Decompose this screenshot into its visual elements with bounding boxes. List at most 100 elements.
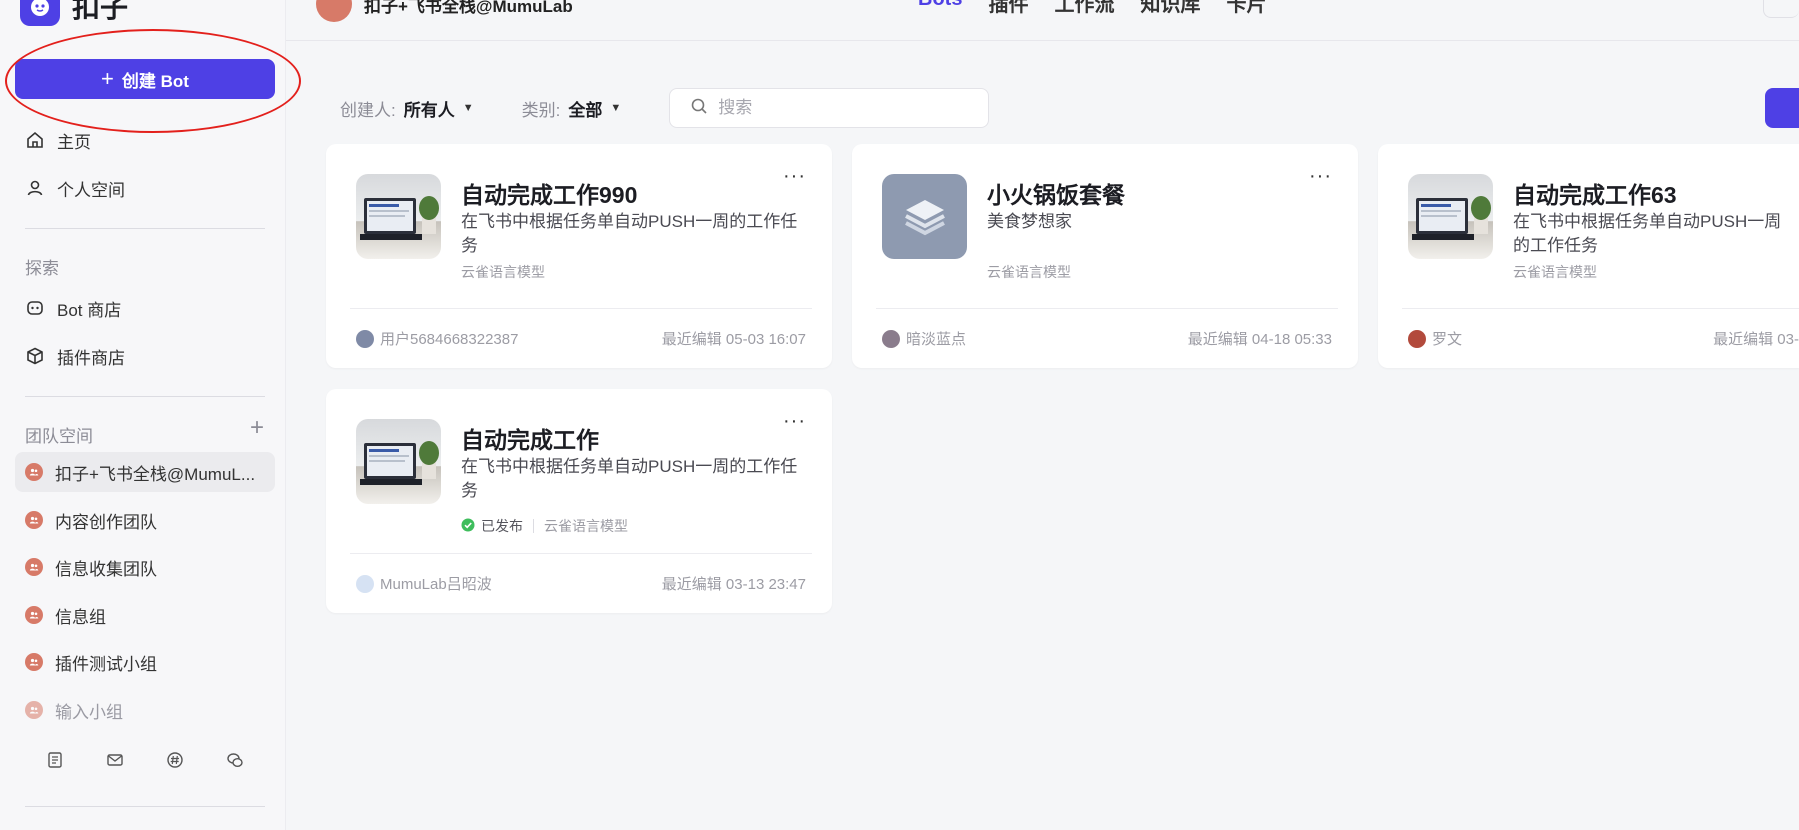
nav-bot-store[interactable]: Bot 商店 (15, 288, 275, 328)
top-bar: 扣子+飞书全栈@MumuLab Bots 插件 工作流 知识库 卡片 (286, 0, 1799, 41)
bot-owner: 用户5684668322387 (356, 328, 518, 349)
model-label: 云雀语言模型 (461, 264, 545, 280)
user-icon (25, 178, 45, 198)
creator-filter-label: 创建人: (340, 100, 396, 120)
nav-plugin-store[interactable]: 插件商店 (15, 336, 275, 376)
model-label: 云雀语言模型 (987, 264, 1071, 280)
hashtag-chat-icon[interactable] (163, 748, 187, 772)
explore-label: 探索 (25, 259, 59, 278)
team-item-6[interactable]: 输入小组 (15, 690, 275, 730)
category-filter[interactable]: 类别: 全部 ▼ (522, 96, 622, 121)
bot-description: 美食梦想家 (987, 212, 1072, 231)
content-tabs: Bots 插件 工作流 知识库 卡片 (918, 0, 1266, 17)
team-label: 插件测试小组 (55, 654, 157, 674)
more-icon[interactable]: ··· (783, 411, 806, 431)
team-item-3[interactable]: 信息收集团队 (15, 547, 275, 587)
owner-avatar (356, 574, 374, 593)
team-label: 内容创作团队 (55, 512, 157, 532)
team-icon (25, 701, 43, 719)
status-label: 已发布 (481, 518, 523, 534)
search-box[interactable] (669, 88, 990, 128)
card-divider (350, 308, 812, 309)
bot-icon (25, 298, 45, 318)
bot-card[interactable]: 自动完成工作990 在飞书中根据任务单自动PUSH一周的工作任务 云雀语言模型 … (326, 144, 832, 368)
team-label: 信息组 (55, 607, 106, 627)
team-item-1[interactable]: 扣子+飞书全栈@MumuL... (15, 452, 275, 492)
bot-title: 自动完成工作63 (1513, 182, 1677, 208)
card-divider (350, 553, 812, 554)
team-space-label: 团队空间 (25, 427, 93, 446)
category-filter-value: 全部 (568, 100, 603, 120)
owner-name: 罗文 (1432, 331, 1463, 348)
brand[interactable]: 扣子 (20, 0, 128, 26)
category-filter-label: 类别: (521, 100, 561, 120)
model-label: 云雀语言模型 (1513, 264, 1597, 280)
workspace-name: 扣子+飞书全栈@MumuLab (364, 0, 573, 16)
bot-description: 在飞书中根据任务单自动PUSH一周的工作任务 (461, 212, 798, 255)
layers-icon (882, 174, 967, 259)
bot-card[interactable]: 小火锅饭套餐 美食梦想家 云雀语言模型 ··· 暗淡蓝点 最近编辑 04-18 … (852, 144, 1358, 368)
card-divider (876, 308, 1338, 309)
document-icon[interactable] (43, 748, 67, 772)
bot-owner: 罗文 (1408, 328, 1462, 349)
filter-bar: 创建人: 所有人 ▼ 类别: 全部 ▼ (340, 88, 990, 128)
nav-plugin-store-label: 插件商店 (57, 348, 125, 368)
owner-name: 用户5684668322387 (380, 331, 519, 348)
team-item-4[interactable]: 信息组 (15, 595, 275, 635)
bot-model: 云雀语言模型 (1513, 262, 1597, 282)
bot-owner: 暗淡蓝点 (882, 328, 966, 349)
team-icon (25, 653, 43, 671)
wechat-icon[interactable] (223, 748, 247, 772)
bot-card[interactable]: 自动完成工作63 在飞书中根据任务单自动PUSH一周的工作任务 云雀语言模型 罗… (1378, 144, 1799, 368)
model-label: 云雀语言模型 (544, 518, 628, 534)
sidebar-divider (25, 806, 265, 807)
bot-title: 自动完成工作990 (461, 182, 638, 208)
nav-home[interactable]: 主页 (15, 120, 275, 160)
coze-logo-icon (20, 0, 60, 26)
tab-cards[interactable]: 卡片 (1226, 0, 1266, 17)
bot-model: 云雀语言模型 (461, 262, 545, 282)
more-icon[interactable]: ··· (783, 166, 806, 186)
more-icon[interactable]: ··· (1309, 166, 1332, 186)
workspace-switcher[interactable]: 扣子+飞书全栈@MumuLab (316, 0, 573, 22)
nav-personal-label: 个人空间 (57, 180, 125, 200)
top-right-button[interactable] (1763, 0, 1799, 18)
sidebar-divider (25, 228, 265, 229)
check-circle-icon (461, 518, 475, 535)
brand-name: 扣子 (72, 0, 129, 23)
nav-personal-space[interactable]: 个人空间 (15, 168, 275, 208)
home-icon (25, 130, 45, 150)
creator-filter-value: 所有人 (403, 100, 455, 120)
team-label: 输入小组 (55, 702, 123, 722)
bot-card[interactable]: 自动完成工作 在飞书中根据任务单自动PUSH一周的工作任务 已发布 云雀语言模型… (326, 389, 832, 613)
search-icon (690, 97, 708, 120)
bot-title: 自动完成工作 (461, 427, 599, 453)
team-item-2[interactable]: 内容创作团队 (15, 500, 275, 540)
team-icon (25, 511, 43, 529)
team-label: 信息收集团队 (55, 559, 157, 579)
bot-owner: MumuLab吕昭波 (356, 573, 492, 594)
create-button-right[interactable] (1765, 88, 1799, 128)
meta-divider (533, 519, 534, 533)
team-icon (25, 463, 43, 481)
bot-title: 小火锅饭套餐 (987, 182, 1125, 208)
search-input[interactable] (718, 98, 979, 118)
last-edited: 最近编辑 03- (1713, 331, 1799, 348)
creator-filter[interactable]: 创建人: 所有人 ▼ (340, 96, 474, 121)
create-bot-button[interactable]: + 创建 Bot (15, 59, 275, 99)
owner-avatar (356, 329, 374, 348)
mail-icon[interactable] (103, 748, 127, 772)
tab-workflows[interactable]: 工作流 (1054, 0, 1114, 17)
add-team-icon[interactable]: + (250, 416, 264, 440)
owner-name: 暗淡蓝点 (906, 331, 967, 348)
bot-description: 在飞书中根据任务单自动PUSH一周的工作任务 (1513, 212, 1782, 255)
team-item-5[interactable]: 插件测试小组 (15, 642, 275, 682)
published-status: 已发布 (461, 516, 523, 536)
bot-avatar-image (356, 419, 441, 504)
tab-knowledge[interactable]: 知识库 (1140, 0, 1200, 17)
caret-down-icon: ▼ (610, 102, 622, 114)
caret-down-icon: ▼ (462, 102, 474, 114)
tab-bots[interactable]: Bots (918, 0, 962, 17)
tab-plugins[interactable]: 插件 (988, 0, 1028, 17)
bot-model: 云雀语言模型 (987, 262, 1071, 282)
